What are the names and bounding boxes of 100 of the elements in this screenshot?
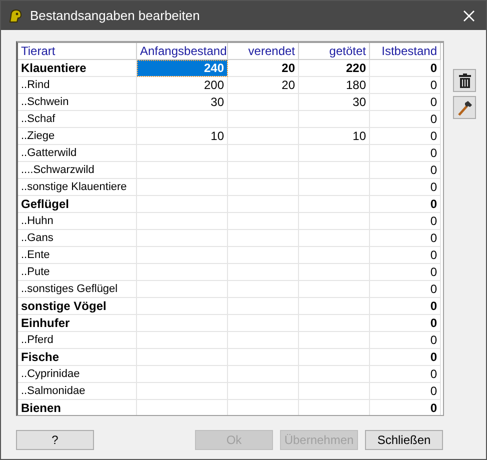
table-cell[interactable]	[228, 178, 298, 196]
delete-button[interactable]	[453, 69, 476, 92]
table-cell[interactable]: 30	[298, 94, 370, 110]
table-cell[interactable]: 20	[228, 60, 298, 76]
table-cell[interactable]	[298, 332, 370, 348]
table-cell[interactable]	[298, 366, 370, 382]
table-cell[interactable]	[136, 264, 228, 280]
table-cell[interactable]: 0	[370, 230, 440, 246]
table-cell[interactable]: 0	[370, 128, 440, 144]
table-cell[interactable]: ..Gans	[18, 230, 136, 246]
table-cell[interactable]: 200	[136, 76, 228, 94]
table-cell[interactable]: ..Schaf	[18, 110, 136, 128]
table-cell[interactable]: 0	[370, 110, 440, 128]
table-cell[interactable]	[228, 144, 298, 162]
table-cell[interactable]	[298, 246, 370, 264]
table-cell[interactable]: ....Schwarzwild	[18, 162, 136, 178]
table-cell[interactable]: Einhufer	[18, 314, 136, 332]
column-header[interactable]: Anfangsbestand	[136, 43, 228, 60]
table-cell[interactable]: ..Rind	[18, 76, 136, 94]
table-cell[interactable]: 0	[370, 400, 440, 415]
table-cell[interactable]: Klauentiere	[18, 60, 136, 76]
table-cell[interactable]	[298, 178, 370, 196]
table-cell[interactable]: 0	[370, 144, 440, 162]
table-cell[interactable]: ..Huhn	[18, 212, 136, 230]
table-cell[interactable]: 180	[298, 76, 370, 94]
table-cell[interactable]	[298, 382, 370, 400]
table-cell[interactable]	[228, 162, 298, 178]
table-cell[interactable]: 20	[228, 76, 298, 94]
table-cell[interactable]: 0	[370, 382, 440, 400]
table-cell[interactable]	[298, 162, 370, 178]
table-cell[interactable]: 0	[370, 348, 440, 366]
table-cell[interactable]: 0	[370, 298, 440, 314]
table-cell[interactable]	[136, 382, 228, 400]
table-cell[interactable]	[136, 246, 228, 264]
table-cell[interactable]	[228, 366, 298, 382]
table-cell[interactable]	[228, 94, 298, 110]
table-cell[interactable]	[136, 280, 228, 298]
table-cell[interactable]: 0	[370, 280, 440, 298]
table-cell[interactable]: 0	[370, 178, 440, 196]
table-cell[interactable]: 240	[136, 60, 228, 76]
table-cell[interactable]: 220	[298, 60, 370, 76]
table-cell[interactable]: 0	[370, 332, 440, 348]
table-cell[interactable]: 0	[370, 196, 440, 212]
table-cell[interactable]: Fische	[18, 348, 136, 366]
table-cell[interactable]: ..sonstige Klauentiere	[18, 178, 136, 196]
table-cell[interactable]	[228, 212, 298, 230]
table-cell[interactable]	[136, 110, 228, 128]
table-cell[interactable]	[298, 348, 370, 366]
column-header[interactable]: Tierart	[18, 43, 136, 60]
table-cell[interactable]: Geflügel	[18, 196, 136, 212]
table-cell[interactable]: 10	[298, 128, 370, 144]
table-cell[interactable]	[136, 196, 228, 212]
table-cell[interactable]: 10	[136, 128, 228, 144]
table-cell[interactable]	[228, 110, 298, 128]
table-cell[interactable]	[298, 264, 370, 280]
table-cell[interactable]: 30	[136, 94, 228, 110]
table-cell[interactable]	[228, 128, 298, 144]
table-cell[interactable]	[298, 230, 370, 246]
table-cell[interactable]	[228, 382, 298, 400]
table-cell[interactable]	[136, 332, 228, 348]
table-cell[interactable]	[228, 230, 298, 246]
table-cell[interactable]	[228, 298, 298, 314]
dialog-button[interactable]: ?	[16, 430, 94, 450]
table-cell[interactable]	[228, 314, 298, 332]
table-cell[interactable]: ..Ziege	[18, 128, 136, 144]
close-icon[interactable]	[463, 10, 475, 22]
table-cell[interactable]	[228, 348, 298, 366]
table-cell[interactable]	[136, 230, 228, 246]
column-header[interactable]: Istbestand	[370, 43, 440, 60]
table-cell[interactable]	[228, 196, 298, 212]
table-cell[interactable]	[136, 162, 228, 178]
table-cell[interactable]	[136, 298, 228, 314]
table-cell[interactable]: 0	[370, 264, 440, 280]
table-cell[interactable]: ..Pute	[18, 264, 136, 280]
table-cell[interactable]	[298, 298, 370, 314]
table-cell[interactable]	[136, 178, 228, 196]
table-cell[interactable]: ..sonstiges Geflügel	[18, 280, 136, 298]
table-cell[interactable]	[228, 246, 298, 264]
table-cell[interactable]	[298, 212, 370, 230]
table-cell[interactable]	[136, 314, 228, 332]
table-cell[interactable]: 0	[370, 76, 440, 94]
table-cell[interactable]	[228, 280, 298, 298]
table-cell[interactable]	[228, 332, 298, 348]
table-cell[interactable]	[298, 110, 370, 128]
column-header[interactable]: getötet	[298, 43, 370, 60]
table-cell[interactable]: ..Schwein	[18, 94, 136, 110]
table-cell[interactable]	[298, 314, 370, 332]
table-cell[interactable]	[298, 280, 370, 298]
table-cell[interactable]: 0	[370, 366, 440, 382]
table-cell[interactable]: ..Ente	[18, 246, 136, 264]
table-cell[interactable]	[136, 144, 228, 162]
table-cell[interactable]: ..Gatterwild	[18, 144, 136, 162]
table-cell[interactable]: sonstige Vögel	[18, 298, 136, 314]
table-cell[interactable]	[298, 144, 370, 162]
table-cell[interactable]	[136, 212, 228, 230]
dialog-button[interactable]: Schließen	[365, 430, 443, 450]
table-cell[interactable]: ..Pferd	[18, 332, 136, 348]
table-cell[interactable]	[298, 196, 370, 212]
table-cell[interactable]: ..Cyprinidae	[18, 366, 136, 382]
table-cell[interactable]	[136, 366, 228, 382]
